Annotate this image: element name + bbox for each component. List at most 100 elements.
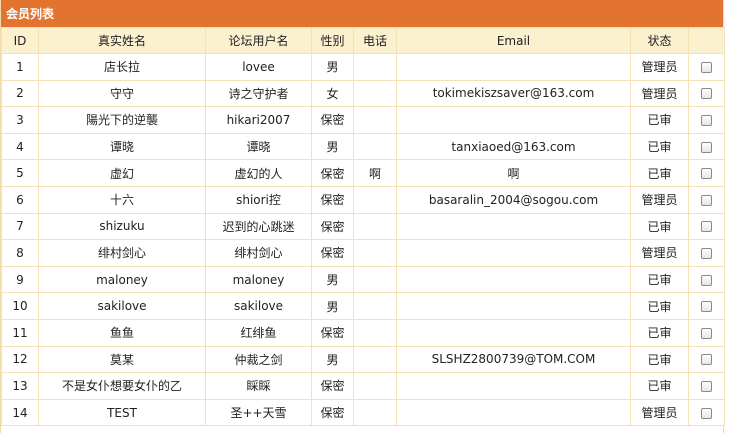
cell-gender: 保密 <box>311 185 354 214</box>
cell-gender: 保密 <box>311 159 354 187</box>
cell-gender: 女 <box>311 79 354 108</box>
row-checkbox[interactable] <box>701 88 712 100</box>
row-checkbox[interactable] <box>701 194 712 206</box>
cell-real-name: 十六 <box>38 185 206 214</box>
cell-status: 管理员 <box>630 239 689 267</box>
cell-phone <box>353 345 397 374</box>
cell-phone <box>353 79 397 108</box>
column-header-id: ID <box>1 27 39 54</box>
row-checkbox[interactable] <box>701 141 712 153</box>
cell-email <box>396 318 631 347</box>
cell-status: 管理员 <box>630 398 689 427</box>
row-checkbox[interactable] <box>701 380 712 392</box>
cell-username: hikari2007 <box>205 106 312 134</box>
cell-phone <box>353 185 397 214</box>
cell-phone <box>353 265 397 294</box>
cell-username: 迟到的心跳迷 <box>205 212 312 241</box>
cell-email <box>396 53 631 81</box>
cell-email <box>396 239 631 267</box>
cell-select <box>688 265 725 294</box>
cell-gender: 男 <box>311 53 354 81</box>
cell-phone <box>353 372 397 400</box>
row-checkbox[interactable] <box>701 221 712 233</box>
row-checkbox[interactable] <box>701 354 712 366</box>
table-row: 11 鱼鱼 红绯鱼 保密 已审 <box>1 318 725 347</box>
cell-select <box>688 292 725 320</box>
cell-status: 管理员 <box>630 79 689 108</box>
cell-id: 7 <box>1 212 39 241</box>
row-checkbox[interactable] <box>701 274 712 286</box>
cell-real-name: 绯村剑心 <box>38 239 206 267</box>
cell-email: SLSHZ2800739@TOM.COM <box>396 345 631 374</box>
cell-select <box>688 372 725 400</box>
cell-username: 红绯鱼 <box>205 318 312 347</box>
row-checkbox[interactable] <box>701 61 712 73</box>
cell-phone <box>353 398 397 427</box>
cell-status: 已审 <box>630 212 689 241</box>
member-table: ID 真实姓名 论坛用户名 性别 电话 Email 状态 1 店长拉 lovee… <box>1 27 725 427</box>
cell-select <box>688 239 725 267</box>
table-row: 12 莫某 仲裁之剑 男 SLSHZ2800739@TOM.COM 已审 <box>1 345 725 374</box>
table-row: 14 TEST 圣++天雪 保密 管理员 <box>1 398 725 427</box>
row-checkbox[interactable] <box>701 168 712 180</box>
table-row: 7 shizuku 迟到的心跳迷 保密 已审 <box>1 212 725 241</box>
cell-status: 已审 <box>630 159 689 187</box>
row-checkbox[interactable] <box>701 407 712 419</box>
column-header-status: 状态 <box>630 27 689 54</box>
cell-select <box>688 318 725 347</box>
cell-id: 2 <box>1 79 39 108</box>
cell-email: tanxiaoed@163.com <box>396 132 631 161</box>
cell-select <box>688 345 725 374</box>
table-row: 10 sakilove sakilove 男 已审 <box>1 292 725 320</box>
cell-status: 管理员 <box>630 53 689 81</box>
cell-real-name: 莫某 <box>38 345 206 374</box>
cell-email <box>396 292 631 320</box>
cell-real-name: 虚幻 <box>38 159 206 187</box>
cell-select <box>688 212 725 241</box>
cell-email: 啊 <box>396 159 631 187</box>
row-checkbox[interactable] <box>701 114 712 126</box>
cell-phone <box>353 239 397 267</box>
cell-id: 10 <box>1 292 39 320</box>
row-checkbox[interactable] <box>701 247 712 259</box>
cell-username: maloney <box>205 265 312 294</box>
cell-phone <box>353 292 397 320</box>
cell-status: 已审 <box>630 292 689 320</box>
cell-status: 已审 <box>630 318 689 347</box>
cell-phone: 啊 <box>353 159 397 187</box>
table-row: 9 maloney maloney 男 已审 <box>1 265 725 294</box>
table-row: 3 陽光下的逆襲 hikari2007 保密 已审 <box>1 106 725 134</box>
cell-id: 12 <box>1 345 39 374</box>
cell-select <box>688 79 725 108</box>
cell-select <box>688 159 725 187</box>
cell-username: 圣++天雪 <box>205 398 312 427</box>
cell-username: 绯村剑心 <box>205 239 312 267</box>
table-row: 2 守守 诗之守护者 女 tokimekiszsaver@163.com 管理员 <box>1 79 725 108</box>
cell-gender: 男 <box>311 265 354 294</box>
cell-email: tokimekiszsaver@163.com <box>396 79 631 108</box>
cell-real-name: 不是女仆想要女仆的乙 <box>38 372 206 400</box>
cell-gender: 保密 <box>311 318 354 347</box>
table-row: 5 虚幻 虚幻的人 保密 啊 啊 已审 <box>1 159 725 187</box>
cell-email <box>396 372 631 400</box>
table-row: 8 绯村剑心 绯村剑心 保密 管理员 <box>1 239 725 267</box>
cell-phone <box>353 106 397 134</box>
cell-select <box>688 398 725 427</box>
cell-username: 诗之守护者 <box>205 79 312 108</box>
cell-gender: 保密 <box>311 212 354 241</box>
table-row: 4 谭晓 谭晓 男 tanxiaoed@163.com 已审 <box>1 132 725 161</box>
member-list-panel: 会员列表 ID 真实姓名 论坛用户名 性别 电话 Email 状态 1 店长拉 … <box>0 0 725 433</box>
cell-id: 4 <box>1 132 39 161</box>
cell-real-name: shizuku <box>38 212 206 241</box>
cell-username: 谭晓 <box>205 132 312 161</box>
cell-email <box>396 398 631 427</box>
cell-username: 睬睬 <box>205 372 312 400</box>
cell-phone <box>353 132 397 161</box>
cell-phone <box>353 53 397 81</box>
table-row: 13 不是女仆想要女仆的乙 睬睬 保密 已审 <box>1 372 725 400</box>
cell-username: 仲裁之剑 <box>205 345 312 374</box>
row-checkbox[interactable] <box>701 327 712 339</box>
row-checkbox[interactable] <box>701 301 712 313</box>
cell-id: 9 <box>1 265 39 294</box>
cell-gender: 保密 <box>311 106 354 134</box>
